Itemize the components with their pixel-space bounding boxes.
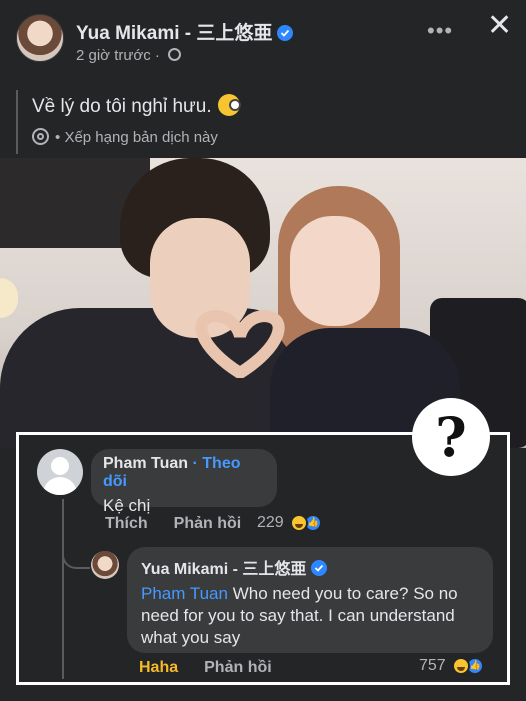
- verified-badge-icon: [277, 25, 294, 41]
- rate-translation-link[interactable]: Xếp hạng bản dịch này: [64, 129, 217, 146]
- reply-reaction-count: 757: [419, 657, 446, 674]
- post-timestamp[interactable]: 2 giờ trước: [76, 47, 151, 64]
- reply-author-row: Yua Mikami - 三上悠亜: [141, 555, 479, 579]
- like-button[interactable]: Thích: [105, 515, 148, 532]
- reply-bubble: Yua Mikami - 三上悠亜 Pham Tuan Who need you…: [127, 547, 493, 653]
- translation-rating: • Xếp hạng bản dịch này: [32, 128, 218, 146]
- reply-connector: [62, 535, 90, 569]
- woman-face: [290, 216, 380, 326]
- reply-button[interactable]: Phản hồi: [174, 515, 242, 532]
- gear-icon[interactable]: [32, 128, 49, 145]
- reply-reactions[interactable]: 757: [419, 657, 484, 675]
- comment-text: Kệ chị: [103, 496, 151, 515]
- author-name[interactable]: Yua Mikami - 三上悠亜: [76, 23, 272, 44]
- post-meta: 2 giờ trước ·: [76, 47, 182, 64]
- lamp: [0, 278, 18, 318]
- quote-bar: [16, 90, 18, 154]
- reply-actions: Haha Phản hồi: [139, 659, 298, 677]
- reply-text-block: Pham Tuan Who need you to care? So no ne…: [141, 583, 479, 649]
- haha-reaction-icon: [451, 657, 470, 675]
- commenter-name[interactable]: Pham Tuan: [103, 455, 188, 472]
- thread-line: [62, 499, 64, 679]
- author-avatar[interactable]: [16, 14, 64, 62]
- comment-bubble: Pham Tuan · Theo dõi Kệ chị: [91, 449, 277, 515]
- translate-separator: •: [55, 129, 61, 146]
- comment-dot: ·: [192, 455, 198, 472]
- comment-actions: Thích Phản hồi: [105, 515, 267, 533]
- globe-icon: [168, 48, 182, 61]
- question-mark-sticker: ?: [412, 398, 490, 476]
- post-text-row: Về lý do tôi nghỉ hưu.: [32, 94, 241, 118]
- post-header: Yua Mikami - 三上悠亜 2 giờ trước · ••• ✕: [0, 0, 526, 80]
- more-options-button[interactable]: •••: [427, 18, 453, 44]
- mention-link[interactable]: Pham Tuan: [141, 584, 228, 603]
- post-text: Về lý do tôi nghỉ hưu.: [32, 96, 212, 117]
- reply-reply-button[interactable]: Phản hồi: [204, 659, 272, 676]
- reply-author-avatar[interactable]: [91, 551, 119, 579]
- haha-reaction-icon: [289, 514, 308, 532]
- author-name-row[interactable]: Yua Mikami - 三上悠亜: [76, 18, 294, 45]
- comment-reactions[interactable]: 229: [257, 514, 322, 532]
- monocle-emoji-icon: [217, 94, 241, 116]
- heart-hands: [195, 309, 285, 378]
- meta-separator: ·: [154, 47, 160, 64]
- reply-author-name[interactable]: Yua Mikami - 三上悠亜: [141, 561, 306, 578]
- commenter-avatar[interactable]: [37, 449, 83, 495]
- close-button[interactable]: ✕: [487, 8, 512, 43]
- verified-badge-icon: [311, 560, 328, 576]
- comment-reaction-count: 229: [257, 514, 284, 531]
- haha-reaction-button[interactable]: Haha: [139, 659, 178, 676]
